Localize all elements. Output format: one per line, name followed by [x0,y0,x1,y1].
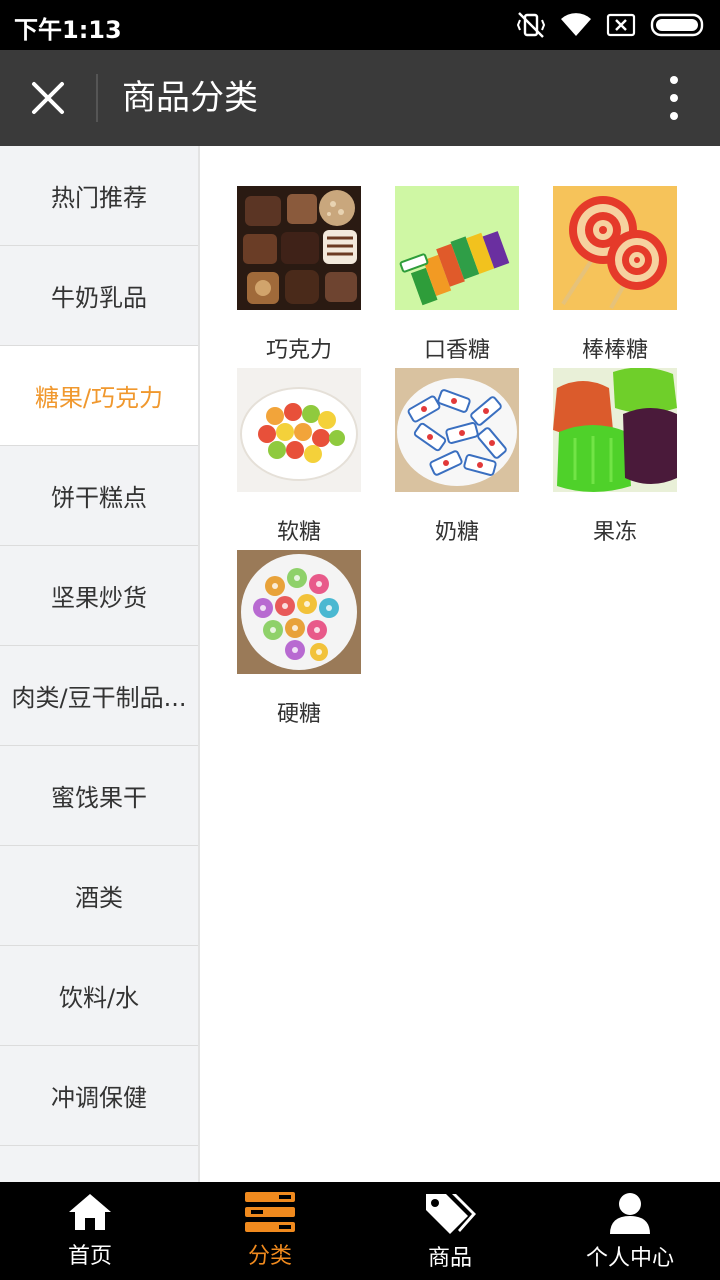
sidebar-item-drinks[interactable]: 饮料/水 [0,946,198,1046]
product-name-hard-candy: 硬糖 [276,702,321,727]
tag-icon [426,1194,476,1234]
sidebar-item-candy[interactable]: 糖果/巧克力 [0,346,198,446]
category-icon [245,1192,295,1232]
vibrate-off-icon [516,12,546,38]
tab-home-label: 首页 [67,1244,112,1269]
tab-products[interactable]: 商品 [360,1182,540,1280]
product-name-soft-candy: 软糖 [276,520,321,545]
tab-category-label: 分类 [247,1244,292,1269]
more-dot-icon [670,76,678,84]
status-time: 下午1:13 [14,16,122,44]
lollipop-image [553,186,677,310]
user-icon [610,1193,650,1234]
tab-home[interactable]: 首页 [0,1182,180,1280]
wifi-icon [561,13,591,36]
more-dot-icon [670,112,678,120]
sidebar-item-alcohol[interactable]: 酒类 [0,846,198,946]
soft-candy-image [237,368,361,492]
app-header: 商品分类 [0,50,720,146]
sidebar-item-dairy[interactable]: 牛奶乳品 [0,246,198,346]
chocolate-image [237,186,361,310]
sidebar-item-nuts[interactable]: 坚果炒货 [0,546,198,646]
product-item-lollipop[interactable]: 棒棒糖 [545,186,685,364]
status-bar: 下午1:13 [0,0,720,50]
page-title: 商品分类 [122,78,258,118]
bottom-nav: 首页 分类 商品 个人中心 [0,1182,720,1280]
product-item-milk-candy[interactable]: 奶糖 [387,368,527,546]
close-button[interactable] [24,74,72,122]
product-item-soft-candy[interactable]: 软糖 [229,368,369,546]
sim-error-icon [606,13,636,37]
product-name-jelly: 果冻 [592,520,637,545]
sidebar-item-dried-fruit[interactable]: 蜜饯果干 [0,746,198,846]
product-grid: 巧克力 口香糖 棒棒糖 软糖 奶糖 果冻 硬糖 [200,146,720,1182]
product-item-chocolate[interactable]: 巧克力 [229,186,369,364]
sidebar-item-meat[interactable]: 肉类/豆干制品... [0,646,198,746]
tab-profile-label: 个人中心 [585,1246,674,1271]
chewing-gum-image [395,186,519,310]
product-item-hard-candy[interactable]: 硬糖 [229,550,369,728]
battery-icon [650,13,704,37]
product-name-chewing-gum: 口香糖 [423,338,490,363]
product-item-jelly[interactable]: 果冻 [545,368,685,546]
more-menu-button[interactable] [662,76,686,120]
close-icon [32,82,64,114]
milk-candy-image [395,368,519,492]
product-name-chocolate: 巧克力 [265,338,332,363]
sidebar-item-biscuits[interactable]: 饼干糕点 [0,446,198,546]
sidebar-item-health[interactable]: 冲调保健 [0,1046,198,1146]
category-sidebar[interactable]: 热门推荐 牛奶乳品 糖果/巧克力 饼干糕点 坚果炒货 肉类/豆干制品... 蜜饯… [0,146,200,1182]
tab-profile[interactable]: 个人中心 [540,1182,720,1280]
product-name-milk-candy: 奶糖 [434,520,479,545]
sidebar-item-partial[interactable] [0,1146,198,1182]
tab-products-label: 商品 [427,1246,472,1271]
home-icon [69,1194,111,1230]
product-item-chewing-gum[interactable]: 口香糖 [387,186,527,364]
tab-category[interactable]: 分类 [180,1182,360,1280]
hard-candy-image [237,550,361,674]
more-dot-icon [670,94,678,102]
status-icons [516,10,708,40]
header-divider [96,74,98,122]
sidebar-item-hot[interactable]: 热门推荐 [0,146,198,246]
jelly-image [553,368,677,492]
product-name-lollipop: 棒棒糖 [581,338,648,363]
